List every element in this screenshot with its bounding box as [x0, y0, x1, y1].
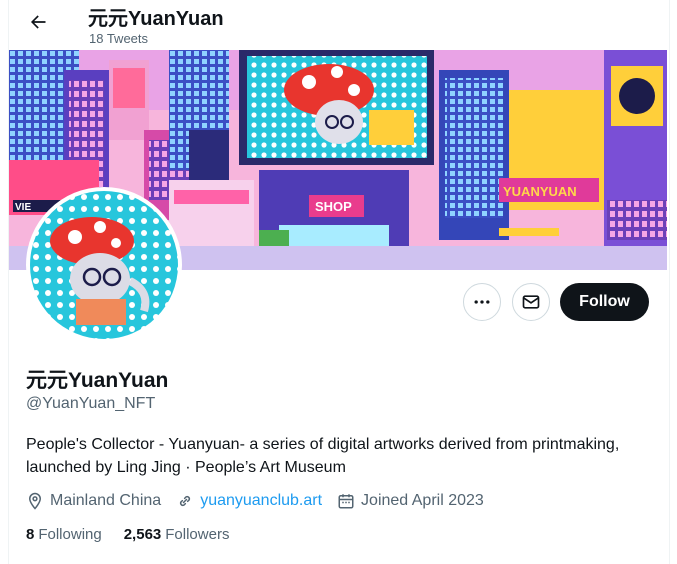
following-count: 8 [26, 526, 35, 543]
website: yuanyuanclub.art [176, 492, 322, 510]
tweet-count: 18 Tweets [89, 31, 149, 46]
arrow-left-icon [31, 15, 46, 29]
location-pin-icon [28, 492, 42, 510]
avatar-image [30, 191, 178, 339]
header-title: 元元YuanYuan [88, 8, 224, 30]
followers-link[interactable]: 2,563 Followers [124, 526, 230, 543]
envelope-icon [522, 295, 540, 309]
banner-store-sign: YUANYUAN [503, 184, 577, 199]
following-link[interactable]: 8 Following [26, 526, 102, 543]
back-button[interactable] [24, 8, 52, 36]
followers-label: Followers [165, 526, 230, 543]
avatar[interactable] [26, 187, 182, 343]
link-icon [180, 495, 191, 507]
display-name: 元元YuanYuan [26, 369, 169, 392]
location-text: Mainland China [50, 492, 162, 509]
calendar-icon [338, 494, 354, 509]
more-options-button[interactable] [463, 283, 501, 321]
join-date-text: Joined April 2023 [361, 492, 484, 509]
followers-count: 2,563 [123, 526, 162, 543]
follow-stats: 8 Following 2,563 Followers [26, 526, 251, 543]
ellipsis-icon [474, 300, 490, 304]
user-handle: @YuanYuan_NFT [26, 395, 156, 412]
following-label: Following [38, 526, 102, 543]
bio: People's Collector - Yuanyuan- a series … [26, 436, 620, 476]
join-date: Joined April 2023 [337, 492, 484, 510]
banner-vie-sign: VIE [15, 202, 31, 213]
message-button[interactable] [512, 283, 550, 321]
location: Mainland China [26, 492, 161, 510]
banner-shop-sign: SHOP [315, 199, 352, 214]
follow-button[interactable]: Follow [560, 283, 649, 321]
profile-meta: Mainland China yuanyuanclub.art Joined A… [26, 490, 499, 512]
website-link[interactable]: yuanyuanclub.art [200, 492, 322, 510]
